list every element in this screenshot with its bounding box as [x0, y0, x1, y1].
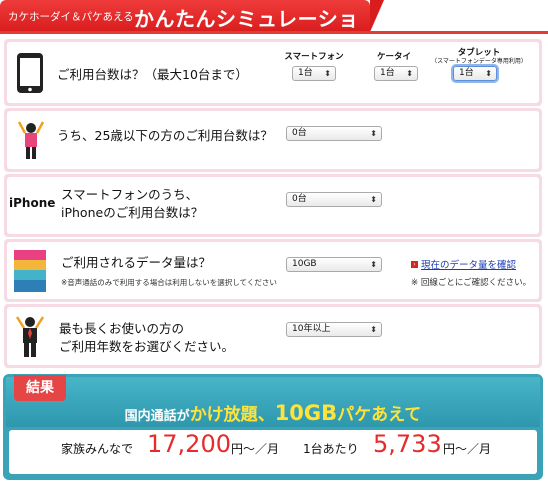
row-usage-years: 最も長くお使いの方の ご利用年数をお選びください。 10年以上 ⬍	[4, 304, 542, 368]
header-banner: カケホーダイ＆パケあえる かんたんシミュレーション	[0, 0, 384, 60]
row-data-amount: ご利用されるデータ量は？ ※音声通話のみで利用する場合は利用しないを選択してくだ…	[4, 239, 542, 302]
chevron-updown-icon: ⬍	[485, 69, 492, 78]
check-data-link[interactable]: 現在のデータ量を確認	[421, 257, 516, 271]
iphone-label: iPhone	[9, 196, 56, 210]
family-price: 17,200	[147, 430, 231, 458]
select-usage-years[interactable]: 10年以上 ⬍	[286, 322, 382, 337]
data-bars-icon	[14, 250, 46, 292]
chevron-updown-icon: ⬍	[370, 195, 377, 204]
question-years-line2: ご利用年数をお選びください。	[59, 339, 235, 354]
select-tablet-count[interactable]: 1台 ⬍	[453, 66, 497, 81]
header-divider	[0, 31, 548, 34]
link-arrow-icon: ›	[411, 261, 418, 268]
family-label: 家族みんなで	[61, 442, 134, 456]
chevron-updown-icon: ⬍	[370, 325, 377, 334]
result-tag: 結果	[14, 375, 66, 401]
chevron-updown-icon: ⬍	[370, 129, 377, 138]
select-iphone-count[interactable]: 0台 ⬍	[286, 192, 382, 207]
question-device-count: ご利用台数は？（最大10台まで）	[57, 67, 248, 82]
select-under25-count[interactable]: 0台 ⬍	[286, 126, 382, 141]
per-device-unit: 円〜／月	[443, 442, 492, 456]
person-cheer-icon	[17, 121, 45, 159]
data-amount-note: ※音声通話のみで利用する場合は利用しないを選択してください	[61, 278, 277, 287]
col-head-smartphone: スマートフォン	[284, 52, 344, 62]
col-head-keitai: ケータイ	[376, 52, 411, 62]
smartphone-icon	[17, 53, 43, 93]
chevron-updown-icon: ⬍	[370, 260, 377, 269]
row-under25: うち、25歳以下の方のご利用台数は？ 0台 ⬍	[4, 108, 542, 172]
chevron-updown-icon: ⬍	[406, 69, 413, 78]
result-plan-line: 国内通話がかけ放題、10GBパケあえて	[124, 401, 422, 425]
col-sub-tablet: （スマートフォンデータ専用利用）	[431, 58, 527, 65]
select-smartphone-count[interactable]: 1台 ⬍	[292, 66, 336, 81]
row-iphone: iPhone スマートフォンのうち、 iPhoneのご利用台数は？ 0台 ⬍	[4, 174, 542, 237]
select-data-amount[interactable]: 10GB ⬍	[286, 257, 382, 272]
person-suit-icon	[15, 316, 45, 357]
per-device-price: 5,733	[373, 430, 442, 458]
question-iphone-line1: スマートフォンのうち、	[61, 187, 199, 202]
per-device-label: 1台あたり	[303, 442, 359, 456]
result-panel: 国内通話がかけ放題、10GBパケあえて 結果 家族みんなで 17,200 円〜／…	[3, 374, 543, 480]
family-unit: 円〜／月	[231, 442, 280, 456]
row-device-count: ご利用台数は？（最大10台まで） スマートフォン ケータイ タブレット （スマー…	[4, 39, 542, 106]
select-keitai-count[interactable]: 1台 ⬍	[374, 66, 418, 81]
question-under25: うち、25歳以下の方のご利用台数は？	[57, 128, 273, 143]
chevron-updown-icon: ⬍	[324, 69, 331, 78]
question-years-line1: 最も長くお使いの方の	[59, 321, 185, 336]
question-data-amount: ご利用されるデータ量は？	[61, 255, 212, 270]
line-check-note: ※ 回線ごとにご確認ください。	[411, 278, 532, 288]
header-subtitle: カケホーダイ＆パケあえる	[8, 11, 134, 23]
question-iphone-line2: iPhoneのご利用台数は？	[61, 205, 204, 220]
